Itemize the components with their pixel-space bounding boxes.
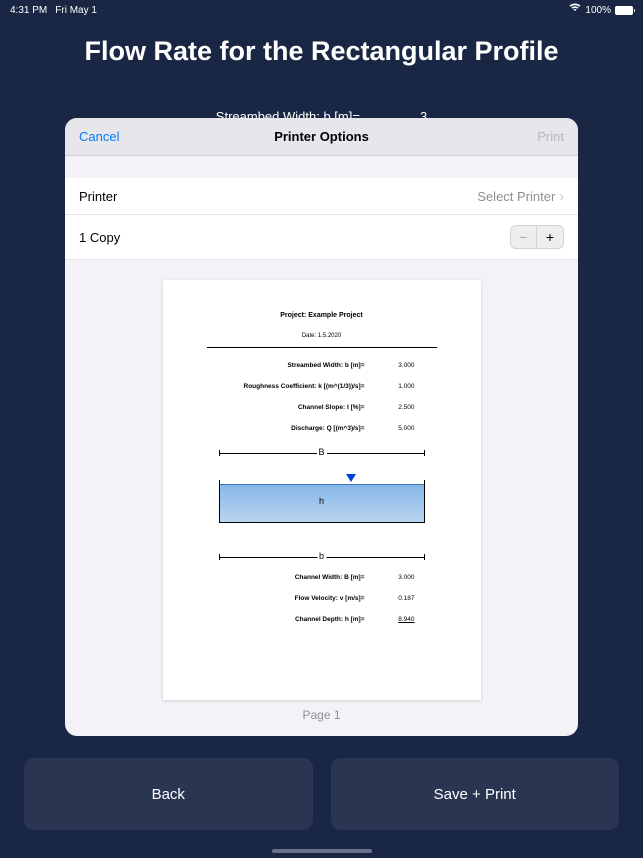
bottom-buttons: Back Save + Print [24,758,619,830]
cancel-button[interactable]: Cancel [79,129,119,144]
result-label: Channel Depth: h [m]= [189,616,365,623]
copies-row: 1 Copy − + [65,215,578,260]
print-preview-area: Project: Example Project Date: 1.5.2020 … [65,260,578,736]
battery-icon [615,6,633,15]
result-row: Channel Width: B [m]=3.000 [189,574,415,581]
param-value: 5.000 [365,425,415,432]
result-label: Channel Width: B [m]= [189,574,365,581]
page-number: Page 1 [302,708,340,722]
param-row: Discharge: Q [(m^3)/s]=5.000 [189,425,415,432]
result-value: 3.000 [365,574,415,581]
result-value: 0.187 [365,595,415,602]
param-value: 3.000 [365,362,415,369]
wifi-icon [569,3,581,15]
status-date: Fri May 1 [55,5,97,16]
depth-label: h [319,496,324,506]
modal-title: Printer Options [65,129,578,144]
status-time: 4:31 PM [10,5,47,16]
page-preview[interactable]: Project: Example Project Date: 1.5.2020 … [163,280,481,700]
param-label: Roughness Coefficient: k [(m^(1/3))/s]= [189,383,365,390]
result-label: Flow Velocity: v [m/s]= [189,595,365,602]
printer-row[interactable]: Printer Select Printer › [65,178,578,215]
preview-project: Project: Example Project [189,312,455,319]
param-row: Roughness Coefficient: k [(m^(1/3))/s]=1… [189,383,415,390]
param-value: 1.000 [365,383,415,390]
save-print-button[interactable]: Save + Print [331,758,620,830]
stepper-minus-button[interactable]: − [511,226,537,248]
copies-stepper: − + [510,225,564,249]
param-value: 2.500 [365,404,415,411]
result-row: Flow Velocity: v [m/s]=0.187 [189,595,415,602]
printer-value: Select Printer [477,189,555,204]
param-label: Streambed Width: b [m]= [189,362,365,369]
result-value: 8.940 [365,616,415,623]
param-label: Discharge: Q [(m^3)/s]= [189,425,365,432]
back-button[interactable]: Back [24,758,313,830]
param-label: Channel Slope: I [%]= [189,404,365,411]
result-row: Channel Depth: h [m]=8.940 [189,616,415,623]
preview-date: Date: 1.5.2020 [189,333,455,339]
param-row: Channel Slope: I [%]=2.500 [189,404,415,411]
preview-divider [207,347,437,348]
param-row: Streambed Width: b [m]=3.000 [189,362,415,369]
water-arrow-icon [346,474,356,482]
copies-label: 1 Copy [79,230,120,245]
page-title: Flow Rate for the Rectangular Profile [0,36,643,67]
dim-top-label: B [316,447,326,457]
home-indicator[interactable] [272,849,372,853]
modal-header: Cancel Printer Options Print [65,118,578,156]
stepper-plus-button[interactable]: + [537,226,563,248]
dim-bot-label: b [317,551,326,561]
print-button: Print [537,129,564,144]
printer-label: Printer [79,189,117,204]
status-bar: 4:31 PM Fri May 1 100% [0,0,643,20]
channel-diagram: B h b [219,450,425,560]
battery-percent: 100% [585,5,611,16]
chevron-right-icon: › [559,188,564,204]
printer-options-modal: Cancel Printer Options Print Printer Sel… [65,118,578,736]
